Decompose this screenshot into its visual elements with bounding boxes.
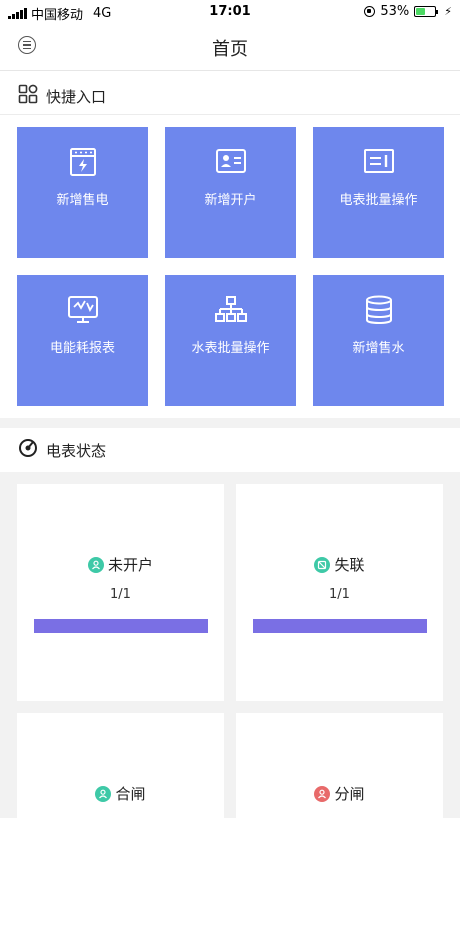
user-icon <box>87 556 104 573</box>
tile-energy-report[interactable]: 电能耗报表 <box>17 275 148 406</box>
quick-entry-header: 快捷入口 <box>0 80 460 112</box>
status-right: 53% ⚡ <box>364 4 452 19</box>
user-icon <box>95 785 112 802</box>
tile-new-water-sale[interactable]: 新增售水 <box>313 275 444 406</box>
nav-bar: 首页 <box>0 24 460 71</box>
tile-label: 新增售水 <box>352 341 405 356</box>
card-title: 分闸 <box>334 785 365 803</box>
disconnect-icon <box>314 556 331 573</box>
meter-status-title: 电表状态 <box>46 441 107 460</box>
status-bar: 中国移动 4G 17:01 53% ⚡ <box>0 0 460 24</box>
progress-fill <box>253 619 427 633</box>
battery-fill <box>416 8 425 15</box>
card-count: 1/1 <box>329 587 350 602</box>
tile-label: 新增开户 <box>204 193 257 208</box>
quick-entry-title: 快捷入口 <box>46 87 107 106</box>
electric-meter-icon <box>17 147 148 177</box>
meter-status-grid: 未开户 1/1 失联 1/1 合闸 分闸 <box>0 472 460 930</box>
card-title: 未开户 <box>107 556 153 574</box>
battery-icon <box>414 6 439 17</box>
card-header: 失联 <box>236 554 443 575</box>
tile-water-batch[interactable]: 水表批量操作 <box>165 275 296 406</box>
tile-label: 电表批量操作 <box>339 193 418 208</box>
tile-meter-batch[interactable]: 电表批量操作 <box>313 127 444 258</box>
card-header: 分闸 <box>236 783 443 804</box>
tile-new-account[interactable]: 新增开户 <box>165 127 296 258</box>
status-card-open-switch[interactable]: 分闸 <box>236 713 443 930</box>
meter-batch-icon <box>313 147 444 175</box>
status-card-closed-switch[interactable]: 合闸 <box>17 713 224 930</box>
energy-report-icon <box>17 295 148 325</box>
meter-status-header: 电表状态 <box>0 432 460 468</box>
progress-fill <box>34 619 208 633</box>
status-card-unopened[interactable]: 未开户 1/1 <box>17 484 224 701</box>
hierarchy-icon <box>165 295 296 325</box>
battery-percent: 53% <box>380 4 410 19</box>
grid-apps-icon <box>18 84 38 108</box>
gauge-icon <box>18 438 38 462</box>
quick-entry-grid: 新增售电 新增开户 电表批量操作 电能耗报表 水表批量操作 新增售水 <box>0 114 460 419</box>
progress-bar <box>253 619 427 633</box>
id-card-icon <box>165 147 296 175</box>
user-icon <box>314 785 331 802</box>
database-icon <box>313 295 444 325</box>
section-divider <box>0 418 460 428</box>
status-card-disconnected[interactable]: 失联 1/1 <box>236 484 443 701</box>
card-title: 合闸 <box>115 785 146 803</box>
tile-label: 电能耗报表 <box>49 341 115 356</box>
progress-bar <box>34 619 208 633</box>
card-header: 未开户 <box>17 554 224 575</box>
card-header: 合闸 <box>17 783 224 804</box>
charging-icon: ⚡ <box>444 5 452 18</box>
tile-new-electric-sale[interactable]: 新增售电 <box>17 127 148 258</box>
tile-label: 水表批量操作 <box>191 341 270 356</box>
rotation-lock-icon <box>364 6 376 17</box>
tile-label: 新增售电 <box>56 193 109 208</box>
page-title: 首页 <box>212 39 248 60</box>
card-count: 1/1 <box>110 587 131 602</box>
card-title: 失联 <box>334 556 365 574</box>
